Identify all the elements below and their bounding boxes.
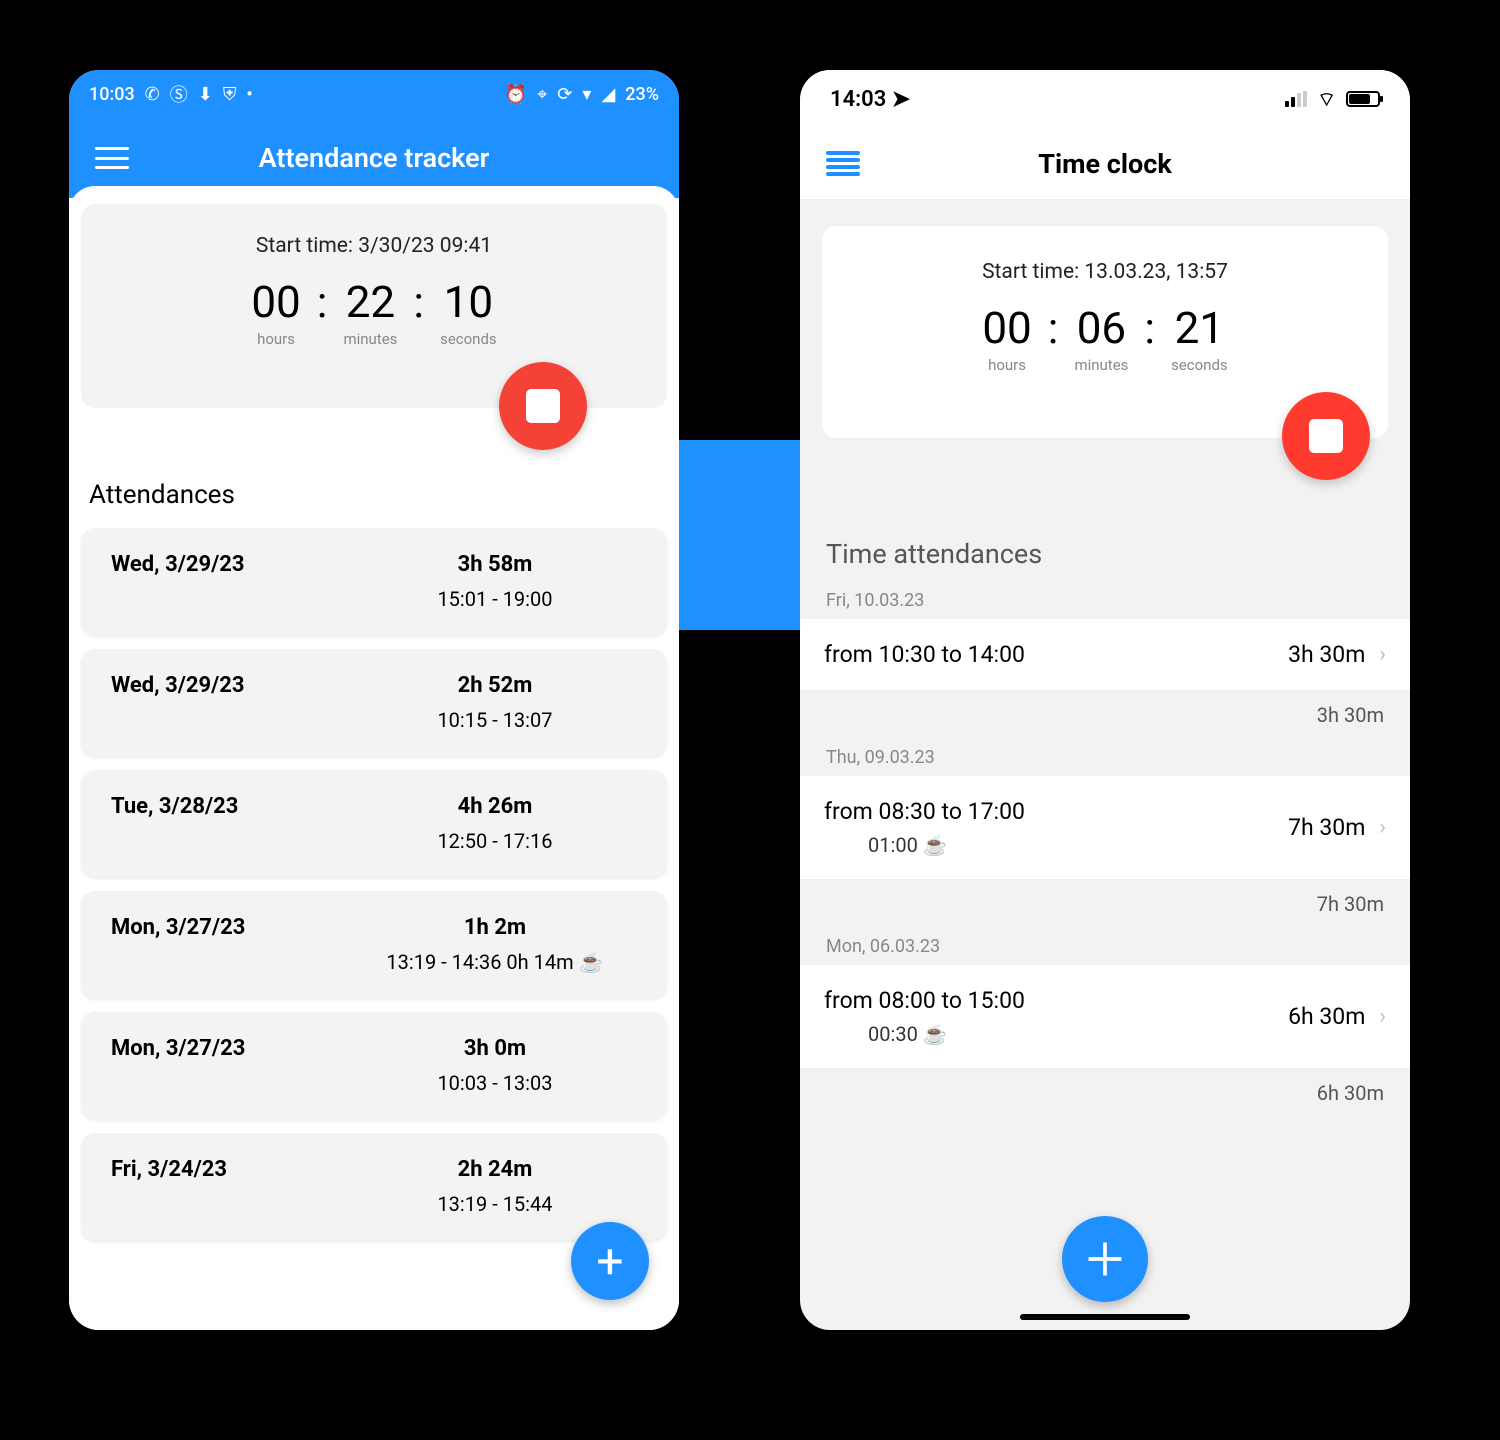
menu-button[interactable] [826, 151, 860, 177]
menu-button[interactable] [95, 147, 129, 169]
notification-icon: ⬇ [198, 84, 213, 105]
app-title: Time clock [860, 148, 1384, 180]
whatsapp-icon: ✆ [145, 84, 160, 105]
attendance-range: from 08:30 to 17:00 [824, 798, 1288, 825]
start-time-label: Start time: 3/30/23 09:41 [111, 234, 637, 258]
attendance-row[interactable]: from 08:30 to 17:00 01:00 ☕ 7h 30m › [800, 776, 1410, 880]
android-status-bar: 10:03 ✆ Ⓢ ⬇ ⛨ • ⏰ ⌖ ⟳ ▾ ◢ 23% [69, 70, 679, 118]
timer-minutes: 06 [1077, 302, 1126, 354]
wifi-icon: ⌔ [1317, 87, 1336, 112]
ios-home-indicator [1020, 1314, 1190, 1320]
sync-icon: ⟳ [557, 84, 572, 105]
stop-icon [526, 389, 560, 423]
attendance-range: 15:01 - 19:00 [437, 587, 552, 611]
timer-display: 00hours : 22minutes : 10seconds [111, 276, 637, 348]
ios-screen: 14:03 ➤ ⌔ Time clock Start time: 13.03.2… [800, 70, 1410, 1330]
timer-seconds: 10 [444, 276, 493, 328]
group-subtotal: 6h 30m [800, 1069, 1410, 1125]
attendance-break: 01:00 ☕ [824, 833, 1288, 857]
attendance-section-title: Attendances [89, 480, 659, 510]
attendance-duration: 3h 30m [1288, 641, 1365, 668]
attendance-row[interactable]: from 08:00 to 15:00 00:30 ☕ 6h 30m › [800, 965, 1410, 1069]
battery-icon [1346, 91, 1380, 107]
attendance-date: Fri, 3/24/23 [111, 1157, 353, 1182]
attendance-duration: 3h 58m [458, 552, 533, 577]
attendance-break: 00:30 ☕ [824, 1022, 1288, 1046]
chevron-right-icon: › [1379, 1004, 1386, 1029]
group-date: Thu, 09.03.23 [800, 747, 1410, 776]
attendance-date: Tue, 3/28/23 [111, 794, 353, 819]
timer-seconds: 21 [1175, 302, 1224, 354]
attendance-date: Mon, 3/27/23 [111, 915, 353, 940]
status-time: 10:03 [89, 84, 135, 105]
timer-card: Start time: 3/30/23 09:41 00hours : 22mi… [81, 204, 667, 408]
attendance-section-title: Time attendances [826, 538, 1384, 570]
timer-hours: 00 [251, 276, 300, 328]
group-date: Fri, 10.03.23 [800, 590, 1410, 619]
attendance-duration: 2h 24m [458, 1157, 533, 1182]
stop-button[interactable] [499, 362, 587, 450]
group-date: Mon, 06.03.23 [800, 936, 1410, 965]
attendance-row[interactable]: from 10:30 to 14:00 3h 30m › [800, 619, 1410, 691]
attendance-list: Wed, 3/29/23 3h 58m 15:01 - 19:00 Wed, 3/… [81, 528, 667, 1240]
location-icon: ⌖ [537, 84, 547, 105]
timer-display: 00hours : 06minutes : 21seconds [852, 302, 1358, 374]
attendance-duration: 6h 30m [1288, 1003, 1365, 1030]
start-time-label: Start time: 13.03.23, 13:57 [852, 260, 1358, 284]
stop-icon [1309, 419, 1343, 453]
attendance-date: Wed, 3/29/23 [111, 673, 353, 698]
attendance-date: Mon, 3/27/23 [111, 1036, 353, 1061]
attendance-range: from 10:30 to 14:00 [824, 641, 1288, 668]
alarm-icon: ⏰ [505, 84, 527, 105]
timer-minutes: 22 [346, 276, 395, 328]
attendance-card[interactable]: Fri, 3/24/23 2h 24m 13:19 - 15:44 [81, 1133, 667, 1240]
attendance-duration: 1h 2m [464, 915, 526, 940]
attendance-range: from 08:00 to 15:00 [824, 987, 1288, 1014]
ios-header: Time clock [800, 128, 1410, 200]
battery-text: 23% [625, 84, 659, 105]
attendance-duration: 3h 0m [464, 1036, 526, 1061]
signal-icon [1285, 91, 1307, 107]
signal-icon: ◢ [601, 84, 615, 105]
attendance-card[interactable]: Mon, 3/27/23 1h 2m 13:19 - 14:36 0h 14m ☕ [81, 891, 667, 998]
wifi-icon: ▾ [582, 84, 591, 105]
chevron-right-icon: › [1379, 815, 1386, 840]
plus-icon [1083, 1237, 1127, 1281]
app-title: Attendance tracker [129, 142, 653, 174]
dot-icon: • [246, 84, 252, 105]
attendance-range: 12:50 - 17:16 [437, 829, 552, 853]
ios-status-bar: 14:03 ➤ ⌔ [800, 70, 1410, 128]
attendance-date: Wed, 3/29/23 [111, 552, 353, 577]
stop-button[interactable] [1282, 392, 1370, 480]
status-time: 14:03 ➤ [830, 87, 910, 112]
attendance-range: 13:19 - 14:36 0h 14m ☕ [386, 950, 603, 974]
location-arrow-icon: ➤ [892, 87, 910, 112]
add-button[interactable]: + [571, 1222, 649, 1300]
group-subtotal: 7h 30m [800, 880, 1410, 936]
group-subtotal: 3h 30m [800, 691, 1410, 747]
skype-icon: Ⓢ [170, 81, 188, 107]
attendance-range: 10:15 - 13:07 [437, 708, 552, 732]
android-screen: 10:03 ✆ Ⓢ ⬇ ⛨ • ⏰ ⌖ ⟳ ▾ ◢ 23% Attendance… [69, 70, 679, 1330]
add-button[interactable] [1062, 1216, 1148, 1302]
android-home-indicator [309, 1319, 439, 1324]
shield-icon: ⛨ [223, 84, 237, 105]
attendance-card[interactable]: Wed, 3/29/23 2h 52m 10:15 - 13:07 [81, 649, 667, 756]
attendance-card[interactable]: Mon, 3/27/23 3h 0m 10:03 - 13:03 [81, 1012, 667, 1119]
chevron-right-icon: › [1379, 642, 1386, 667]
attendance-card[interactable]: Tue, 3/28/23 4h 26m 12:50 - 17:16 [81, 770, 667, 877]
timer-hours: 00 [982, 302, 1031, 354]
plus-icon: + [596, 1233, 623, 1290]
attendance-duration: 2h 52m [458, 673, 533, 698]
attendance-range: 10:03 - 13:03 [437, 1071, 552, 1095]
attendance-duration: 7h 30m [1288, 814, 1365, 841]
attendance-duration: 4h 26m [458, 794, 533, 819]
attendance-card[interactable]: Wed, 3/29/23 3h 58m 15:01 - 19:00 [81, 528, 667, 635]
attendance-range: 13:19 - 15:44 [437, 1192, 552, 1216]
